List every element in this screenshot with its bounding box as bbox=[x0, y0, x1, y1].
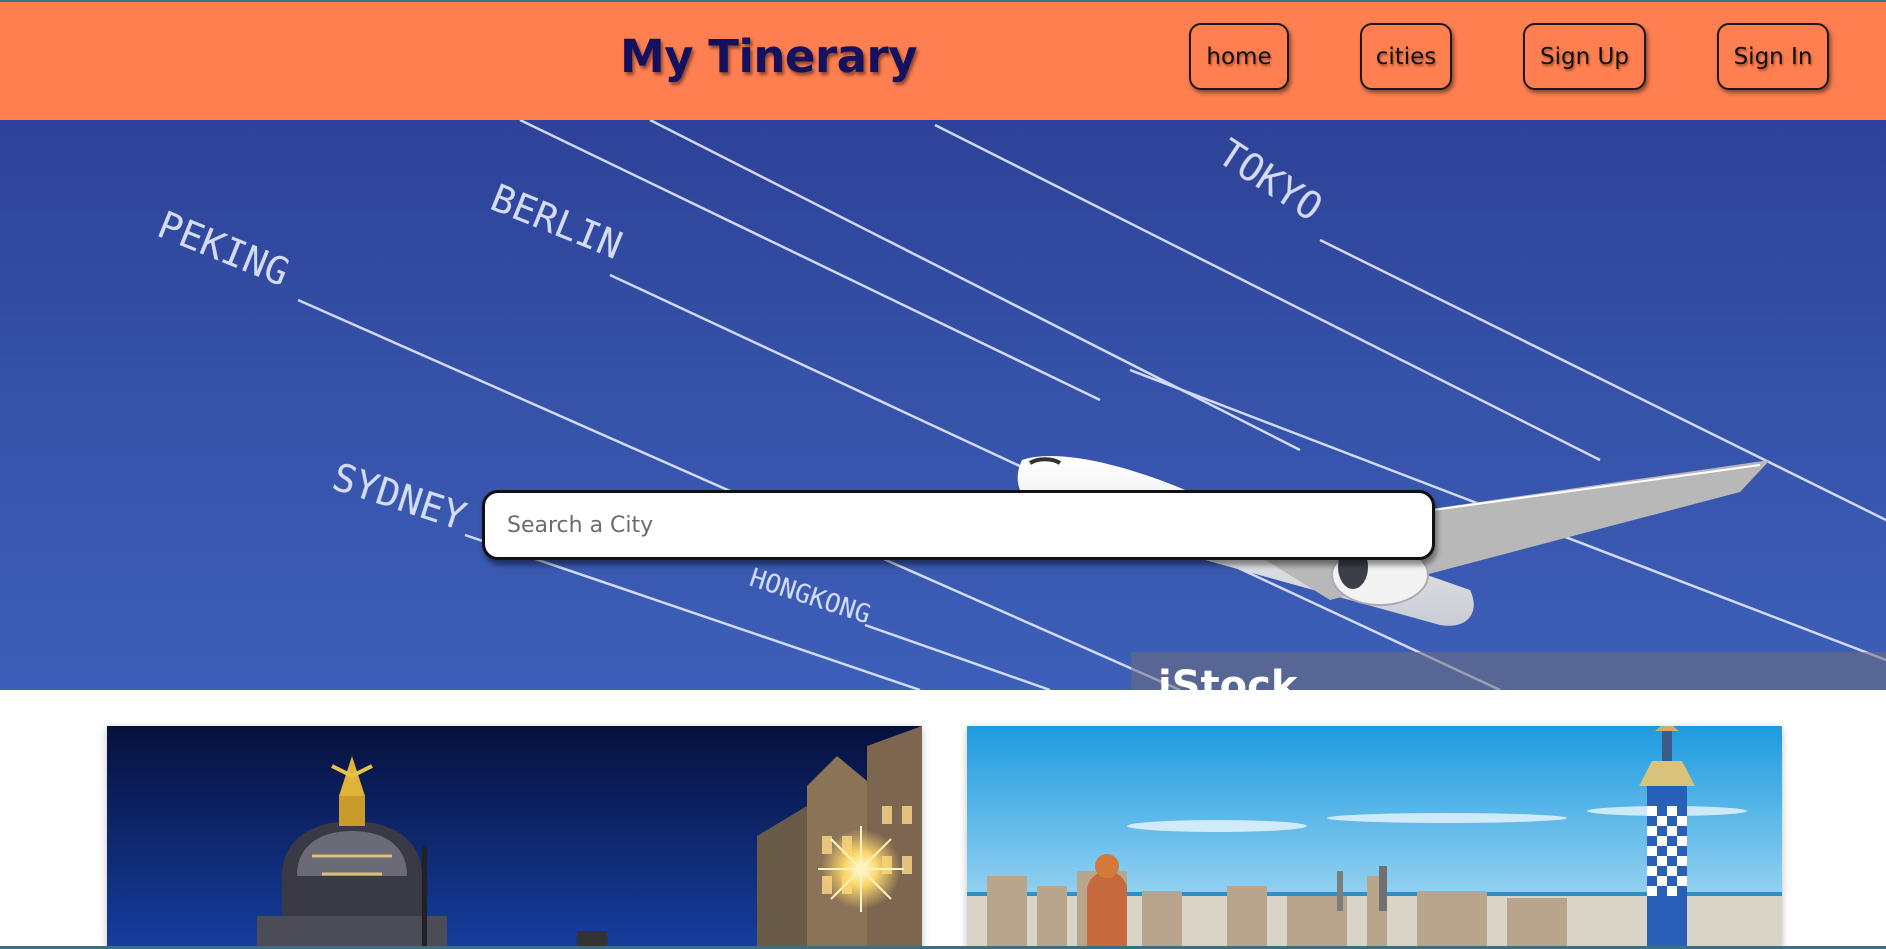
hero-label-hongkong: HONGKONG bbox=[746, 563, 874, 630]
nav-home-button[interactable]: home bbox=[1189, 23, 1289, 90]
city-search-input[interactable] bbox=[485, 493, 1432, 557]
page: My Tinerary home cities Sign Up Sign In bbox=[0, 0, 1886, 949]
hero-sky-image: PEKING BERLIN TOKYO SYDNEY HONGKONG bbox=[152, 120, 1886, 690]
brand-title: My Tinerary bbox=[620, 30, 918, 83]
barcelona-city-image bbox=[967, 726, 1782, 949]
istock-watermark: iStock bbox=[1158, 663, 1298, 690]
hero-label-tokyo: TOKYO bbox=[1210, 131, 1330, 230]
sign-in-button[interactable]: Sign In bbox=[1717, 23, 1829, 90]
nav-cities-button[interactable]: cities bbox=[1360, 23, 1452, 90]
city-card-barcelona[interactable] bbox=[967, 726, 1782, 949]
search-box bbox=[482, 490, 1435, 560]
hero-label-peking: PEKING bbox=[152, 203, 296, 295]
sign-up-button[interactable]: Sign Up bbox=[1523, 23, 1646, 90]
hero-banner: PEKING BERLIN TOKYO SYDNEY HONGKONG Sear… bbox=[0, 120, 1886, 690]
city-card-madrid[interactable] bbox=[107, 726, 922, 949]
madrid-city-image bbox=[107, 726, 922, 949]
hero-label-berlin: BERLIN bbox=[485, 176, 629, 268]
navbar: My Tinerary home cities Sign Up Sign In bbox=[0, 0, 1886, 120]
hero-label-sydney: SYDNEY bbox=[327, 455, 471, 539]
